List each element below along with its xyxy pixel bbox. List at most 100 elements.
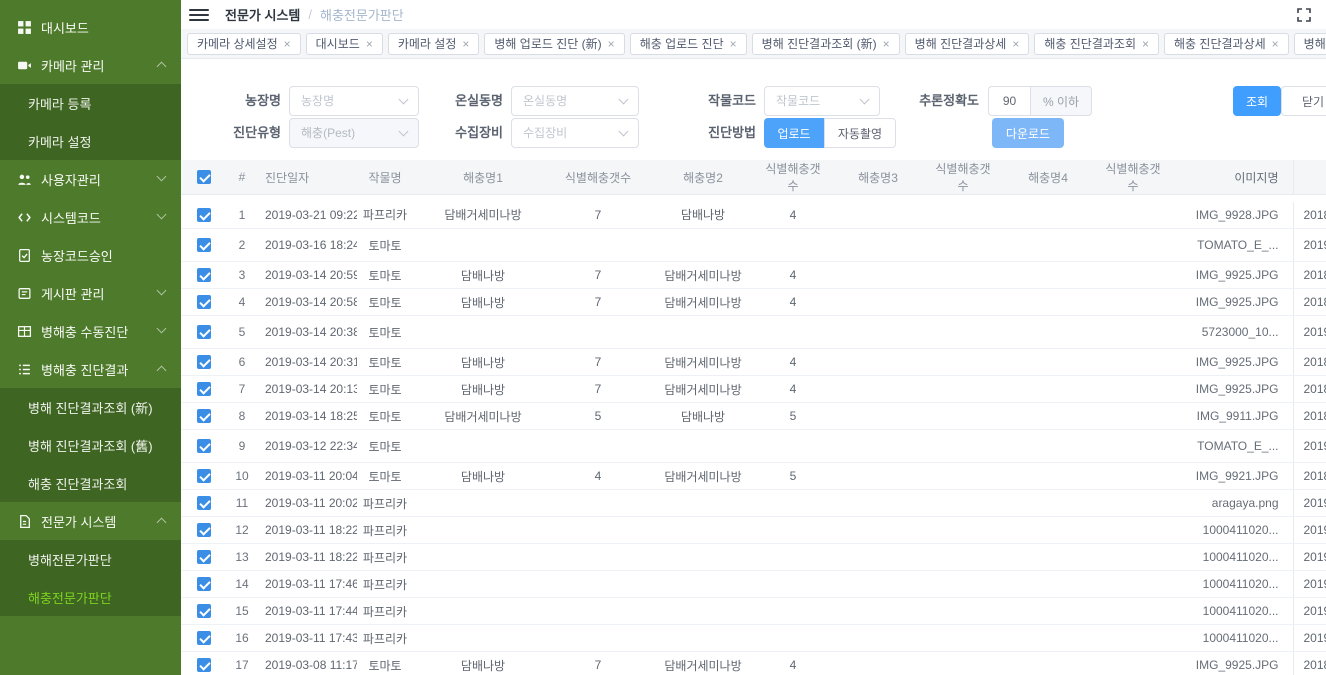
sidebar-item-camera-register[interactable]: 카메라 등록 xyxy=(0,84,181,122)
sidebar-item-system-code[interactable]: 시스템코드 xyxy=(0,198,181,236)
cell-cnt: 4 xyxy=(763,262,823,289)
row-checkbox[interactable] xyxy=(197,658,211,672)
sidebar-item-manual-diagnosis[interactable]: 병해충 수동진단 xyxy=(0,312,181,350)
breadcrumb-page: 해충전문가판단 xyxy=(320,5,404,24)
close-icon[interactable]: × xyxy=(730,34,737,54)
crop-code-label: 작물코드 xyxy=(681,86,756,116)
crop-code-select[interactable]: 작물코드 xyxy=(764,86,880,116)
row-checkbox[interactable] xyxy=(197,355,211,369)
row-checkbox[interactable] xyxy=(197,238,211,252)
cell-cnt: 7 xyxy=(553,652,643,675)
close-icon[interactable]: × xyxy=(1142,34,1149,54)
row-checkbox[interactable] xyxy=(197,439,211,453)
tab-disease-expert-judgment[interactable]: 병해전문가판단× xyxy=(1294,33,1326,55)
row-checkbox[interactable] xyxy=(197,604,211,618)
cell-cnt xyxy=(553,316,643,349)
cell-crop: 토마토 xyxy=(357,376,413,403)
tab-label: 해충 진단결과상세 xyxy=(1174,34,1266,54)
table-row: 62019-03-14 20:31:03토마토담배나방7담배거세미나방4IMG_… xyxy=(181,349,1326,376)
cell-pest: 담배거세미나방 xyxy=(643,463,763,490)
row-checkbox[interactable] xyxy=(197,631,211,645)
table-spacer-row xyxy=(181,195,1326,202)
tab-pest-result-list[interactable]: 해충 진단결과조회 × xyxy=(1034,33,1159,55)
upload-toggle-button[interactable]: 업로드 xyxy=(764,118,824,148)
hamburger-menu-icon[interactable] xyxy=(189,4,209,26)
auto-capture-toggle-button[interactable]: 자동촬영 xyxy=(824,118,896,148)
row-checkbox[interactable] xyxy=(197,208,211,222)
sidebar-item-disease-result-new[interactable]: 병해 진단결과조회 (新) xyxy=(0,388,181,426)
cell-crop: 파프리카 xyxy=(357,202,413,229)
sidebar-item-dashboard[interactable]: 대시보드 xyxy=(0,8,181,46)
header-pest2-count: 식별해충갯수 xyxy=(763,160,823,195)
select-all-checkbox[interactable] xyxy=(197,170,211,184)
sidebar-item-expert-system[interactable]: 전문가 시스템 xyxy=(0,502,181,540)
tab-label: 해충 진단결과조회 xyxy=(1044,34,1136,54)
row-checkbox[interactable] xyxy=(197,382,211,396)
tab-camera-settings[interactable]: 카메라 설정× xyxy=(388,33,480,55)
fullscreen-icon[interactable] xyxy=(1296,7,1312,23)
close-icon[interactable]: × xyxy=(1012,34,1019,54)
cell-cnt: 7 xyxy=(553,376,643,403)
row-checkbox-cell xyxy=(181,652,227,675)
close-icon[interactable]: × xyxy=(1272,34,1279,54)
download-button[interactable]: 다운로드 xyxy=(992,118,1064,148)
sidebar-item-camera-settings[interactable]: 카메라 설정 xyxy=(0,122,181,160)
row-checkbox[interactable] xyxy=(197,268,211,282)
farm-select[interactable]: 농장명 xyxy=(289,86,419,116)
sidebar-item-farm-code-approval[interactable]: 농장코드승인 xyxy=(0,236,181,274)
row-checkbox[interactable] xyxy=(197,550,211,564)
tab-pest-upload-diagnosis[interactable]: 해충 업로드 진단× xyxy=(630,33,747,55)
tab-disease-upload-diagnosis-new[interactable]: 병해 업로드 진단 (新)× xyxy=(484,33,624,55)
close-button[interactable]: 닫기 xyxy=(1281,86,1326,116)
sidebar-item-diagnosis-results[interactable]: 병해충 진단결과 xyxy=(0,350,181,388)
cell-pest xyxy=(823,403,933,430)
row-checkbox[interactable] xyxy=(197,523,211,537)
table-row: 102019-03-11 20:04:40토마토담배나방4담배거세미나방5IMG… xyxy=(181,463,1326,490)
sidebar-item-disease-expert-judgment[interactable]: 병해전문가판단 xyxy=(0,540,181,578)
cell-cnt xyxy=(1103,289,1163,316)
cell-pest xyxy=(823,463,933,490)
cell-reg: 2019 xyxy=(1293,625,1326,652)
sidebar-item-disease-result-old[interactable]: 병해 진단결과조회 (舊) xyxy=(0,426,181,464)
greenhouse-select[interactable]: 온실동명 xyxy=(511,86,639,116)
row-checkbox[interactable] xyxy=(197,496,211,510)
cell-pest xyxy=(643,490,763,517)
cell-pest: 담배나방 xyxy=(413,376,553,403)
tab-dashboard[interactable]: 대시보드× xyxy=(306,33,383,55)
close-icon[interactable]: × xyxy=(608,34,615,54)
search-button[interactable]: 조회 xyxy=(1233,86,1281,116)
cell-reg: 2019 xyxy=(1293,430,1326,463)
app-window: 대시보드 카메라 관리 카메라 등록 카메라 설정 사용자관리 시스템코드 농장… xyxy=(0,0,1326,675)
header-pest2: 해충명2 xyxy=(643,160,763,195)
close-icon[interactable]: × xyxy=(284,34,291,54)
row-checkbox-cell xyxy=(181,625,227,652)
table-row: 32019-03-14 20:59:38토마토담배나방7담배거세미나방4IMG_… xyxy=(181,262,1326,289)
cell-cnt xyxy=(933,430,993,463)
cell-pest xyxy=(993,229,1103,262)
tab-label: 병해전문가판단 xyxy=(1304,34,1326,54)
row-checkbox[interactable] xyxy=(197,469,211,483)
row-checkbox[interactable] xyxy=(197,325,211,339)
tab-disease-result-detail[interactable]: 병해 진단결과상세× xyxy=(905,33,1030,55)
close-icon[interactable]: × xyxy=(883,34,890,54)
accuracy-input[interactable] xyxy=(988,86,1030,116)
tab-camera-detail-settings[interactable]: 카메라 상세설정× xyxy=(187,33,301,55)
sidebar-item-board-management[interactable]: 게시판 관리 xyxy=(0,274,181,312)
tab-pest-result-detail[interactable]: 해충 진단결과상세 × xyxy=(1164,33,1289,55)
equipment-select[interactable]: 수집장비 xyxy=(511,118,639,148)
row-checkbox[interactable] xyxy=(197,295,211,309)
cell-crop: 토마토 xyxy=(357,262,413,289)
sidebar-item-camera-management[interactable]: 카메라 관리 xyxy=(0,46,181,84)
sidebar-item-user-management[interactable]: 사용자관리 xyxy=(0,160,181,198)
table-row: 162019-03-11 17:43:34파프리카1000411020...20… xyxy=(181,625,1326,652)
chevron-up-icon xyxy=(157,62,167,72)
tab-disease-result-list-new[interactable]: 병해 진단결과조회 (新)× xyxy=(752,33,900,55)
header-pest1: 해충명1 xyxy=(413,160,553,195)
diagnosis-type-select[interactable]: 해충(Pest) xyxy=(289,118,419,148)
row-checkbox[interactable] xyxy=(197,577,211,591)
close-icon[interactable]: × xyxy=(462,34,469,54)
row-checkbox[interactable] xyxy=(197,409,211,423)
sidebar-item-pest-expert-judgment[interactable]: 해충전문가판단 xyxy=(0,578,181,616)
sidebar-item-pest-result[interactable]: 해충 진단결과조회 xyxy=(0,464,181,502)
close-icon[interactable]: × xyxy=(366,34,373,54)
